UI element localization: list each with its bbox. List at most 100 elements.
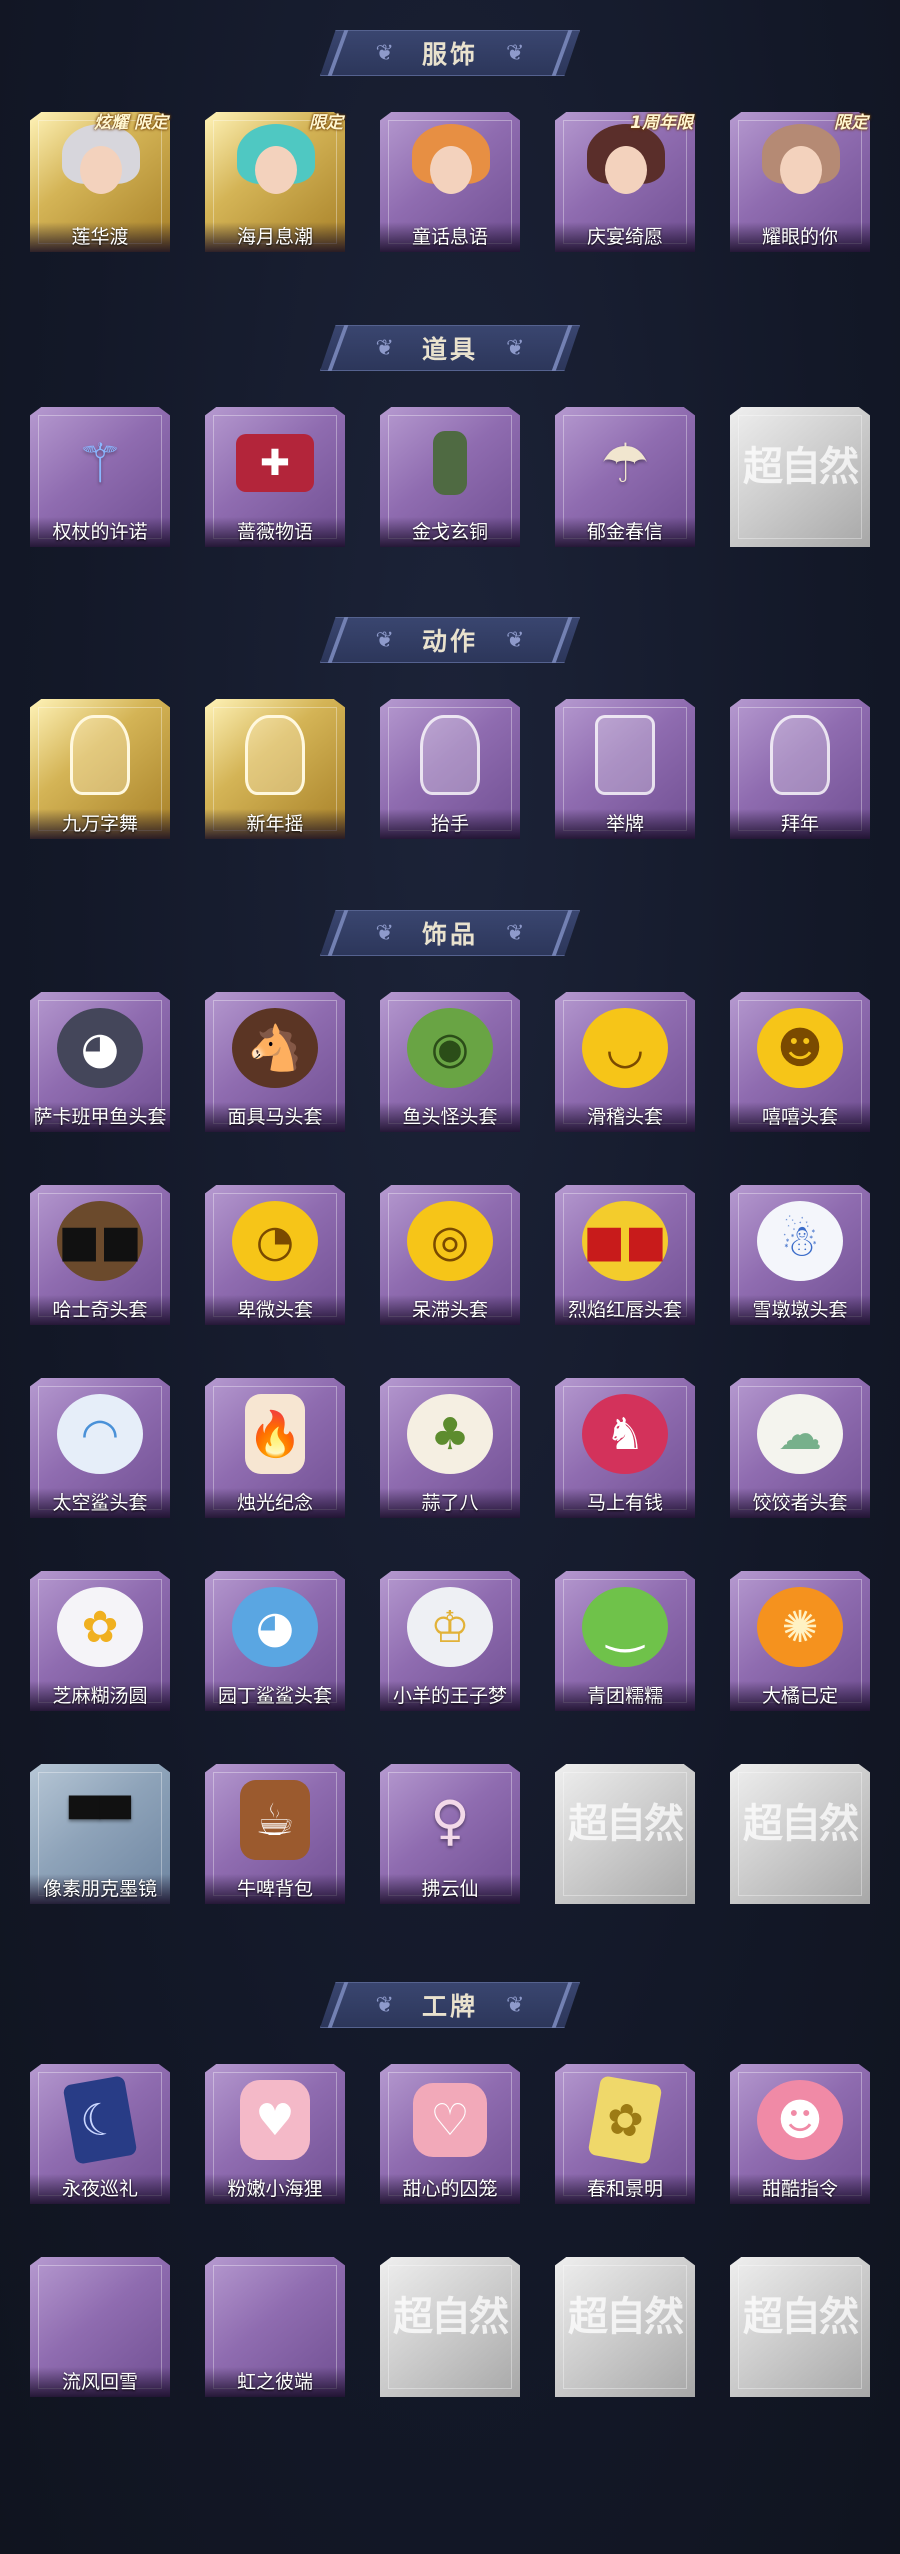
first-aid-kit-icon: ✚ xyxy=(236,434,314,492)
accessory-card[interactable]: ✺ 大橘已定 xyxy=(730,1571,870,1721)
accessory-label: 饺饺者头套 xyxy=(730,1488,870,1518)
supernatural-watermark: 超自然 xyxy=(743,1800,859,1847)
accessory-label: 蒜了八 xyxy=(380,1488,520,1518)
costume-card[interactable]: 1周年限 庆宴绮愿 xyxy=(555,112,695,262)
accessory-card[interactable]: 🐴 面具马头套 xyxy=(205,992,345,1142)
badge-label: 虹之彼端 xyxy=(205,2367,345,2397)
swirl-right-icon: ❦ xyxy=(506,1992,525,2018)
costume-card[interactable]: 限定 耀眼的你 xyxy=(730,112,870,262)
gardener-shark-mask-icon: ◕ xyxy=(232,1587,318,1667)
badges-row: ☾ 永夜巡礼 ♥ 粉嫩小海狸 ♡ 甜心的囚笼 ✿ 春和景明 ☻ 甜酷指令 xyxy=(30,2064,870,2214)
humble-face-mask-icon: ◔ xyxy=(232,1201,318,1281)
accessory-card[interactable]: ☃ 雪墩墩头套 xyxy=(730,1185,870,1335)
badge-label: 甜心的囚笼 xyxy=(380,2174,520,2204)
badge-card[interactable]: ♥ 粉嫩小海狸 xyxy=(205,2064,345,2214)
prop-label: 郁金春信 xyxy=(555,517,695,547)
accessory-card[interactable]: ◕ 园丁鲨鲨头套 xyxy=(205,1571,345,1721)
accessory-card[interactable]: ▀▀ 像素朋克墨镜 xyxy=(30,1764,170,1914)
accessory-card[interactable]: ◠ 太空鲨头套 xyxy=(30,1378,170,1528)
pink-beaver-badge-icon: ♥ xyxy=(240,2080,310,2160)
collection-page: ❦ 服饰 ❦ 炫耀 限定 莲华渡 限定 海月息潮 童话息语 1周年限 庆宴绮愿 … xyxy=(0,0,900,2554)
accessory-card[interactable]: ‿ 青团糯糯 xyxy=(555,1571,695,1721)
prop-card[interactable]: ☂ 郁金春信 xyxy=(555,407,695,557)
prop-label: 蔷薇物语 xyxy=(205,517,345,547)
swirl-right-icon: ❦ xyxy=(506,627,525,653)
badge-card-placeholder: 超自然 xyxy=(380,2257,520,2407)
accessory-card[interactable]: ✿ 芝麻糊汤圆 xyxy=(30,1571,170,1721)
horse-head-mask-icon: 🐴 xyxy=(232,1008,318,1088)
accessory-label: 芝麻糊汤圆 xyxy=(30,1681,170,1711)
costume-card[interactable]: 炫耀 限定 莲华渡 xyxy=(30,112,170,262)
badge-label: 春和景明 xyxy=(555,2174,695,2204)
costume-label: 耀眼的你 xyxy=(730,222,870,252)
accessory-label: 像素朋克墨镜 xyxy=(30,1874,170,1904)
badge-card[interactable]: ✿ 春和景明 xyxy=(555,2064,695,2214)
section-header-badges: ❦ 工牌 ❦ xyxy=(320,1982,580,2028)
umbrella-icon: ☂ xyxy=(600,431,650,495)
prop-card[interactable]: 金戈玄铜 xyxy=(380,407,520,557)
accessory-card[interactable]: ♀ 拂云仙 xyxy=(380,1764,520,1914)
action-label: 举牌 xyxy=(555,809,695,839)
fairytale-character-portrait-icon xyxy=(402,118,498,218)
cow-beer-backpack-icon: ☕ xyxy=(240,1780,310,1860)
badge-card[interactable]: ☻ 甜酷指令 xyxy=(730,2064,870,2214)
accessory-card[interactable]: ◔ 卑微头套 xyxy=(205,1185,345,1335)
accessory-card[interactable]: ■■ 哈士奇头套 xyxy=(30,1185,170,1335)
accessory-label: 青团糯糯 xyxy=(555,1681,695,1711)
accessory-card[interactable]: ☕ 牛啤背包 xyxy=(205,1764,345,1914)
costume-card[interactable]: 限定 海月息潮 xyxy=(205,112,345,262)
accessory-label: 拂云仙 xyxy=(380,1874,520,1904)
spring-badge-icon: ✿ xyxy=(587,2075,663,2165)
badge-card-placeholder: 超自然 xyxy=(730,2257,870,2407)
badges-row: 流风回雪 虹之彼端 超自然 超自然 超自然 xyxy=(30,2257,870,2407)
badge-label: 粉嫩小海狸 xyxy=(205,2174,345,2204)
section-header-actions: ❦ 动作 ❦ xyxy=(320,617,580,663)
action-card[interactable]: 新年摇 xyxy=(205,699,345,849)
accessory-card-placeholder: 超自然 xyxy=(555,1764,695,1914)
horse-money-icon: ♞ xyxy=(582,1394,668,1474)
section-header-props: ❦ 道具 ❦ xyxy=(320,325,580,371)
accessory-card[interactable]: ♞ 马上有钱 xyxy=(555,1378,695,1528)
accessory-card[interactable]: ◡ 滑稽头套 xyxy=(555,992,695,1142)
accessory-card[interactable]: ◎ 呆滞头套 xyxy=(380,1185,520,1335)
costume-row: 炫耀 限定 莲华渡 限定 海月息潮 童话息语 1周年限 庆宴绮愿 限定 耀眼的你 xyxy=(30,112,870,262)
action-card[interactable]: 九万字舞 xyxy=(30,699,170,849)
prop-card[interactable]: ✚ 蔷薇物语 xyxy=(205,407,345,557)
badge-card[interactable]: 流风回雪 xyxy=(30,2257,170,2407)
accessory-card[interactable]: ♣ 蒜了八 xyxy=(380,1378,520,1528)
accessory-label: 马上有钱 xyxy=(555,1488,695,1518)
accessory-card[interactable]: ♔ 小羊的王子梦 xyxy=(380,1571,520,1721)
prop-card-placeholder: 超自然 xyxy=(730,407,870,557)
prop-card[interactable]: ⚚ 权杖的许诺 xyxy=(30,407,170,557)
accessory-label: 烈焰红唇头套 xyxy=(555,1295,695,1325)
accessories-row: ✿ 芝麻糊汤圆 ◕ 园丁鲨鲨头套 ♔ 小羊的王子梦 ‿ 青团糯糯 ✺ 大橘已定 xyxy=(30,1571,870,1721)
section-header-costumes: ❦ 服饰 ❦ xyxy=(320,30,580,76)
action-card[interactable]: 拜年 xyxy=(730,699,870,849)
badge-label: 甜酷指令 xyxy=(730,2174,870,2204)
supernatural-watermark: 超自然 xyxy=(743,2293,859,2340)
badge-label: 流风回雪 xyxy=(30,2367,170,2397)
badge-card[interactable]: ♡ 甜心的囚笼 xyxy=(380,2064,520,2214)
green-rice-cake-icon: ‿ xyxy=(582,1587,668,1667)
accessory-card[interactable]: ■■ 烈焰红唇头套 xyxy=(555,1185,695,1335)
accessory-card[interactable]: ☻ 嘻嘻头套 xyxy=(730,992,870,1142)
accessory-card[interactable]: ◕ 萨卡班甲鱼头套 xyxy=(30,992,170,1142)
action-card[interactable]: 举牌 xyxy=(555,699,695,849)
accessory-label: 嘻嘻头套 xyxy=(730,1102,870,1132)
sweet-cage-badge-icon: ♡ xyxy=(413,2083,487,2157)
section-title: 工牌 xyxy=(421,1992,478,2021)
badge-card[interactable]: 虹之彼端 xyxy=(205,2257,345,2407)
action-card[interactable]: 抬手 xyxy=(380,699,520,849)
costume-badge: 限定 xyxy=(309,113,343,133)
garlic-icon: ♣ xyxy=(407,1394,493,1474)
badge-label: 永夜巡礼 xyxy=(30,2174,170,2204)
red-lips-mask-icon: ■■ xyxy=(582,1201,668,1281)
accessory-card[interactable]: 🔥 烛光纪念 xyxy=(205,1378,345,1528)
accessory-card[interactable]: ◉ 鱼头怪头套 xyxy=(380,992,520,1142)
costume-label: 庆宴绮愿 xyxy=(555,222,695,252)
costume-card[interactable]: 童话息语 xyxy=(380,112,520,262)
sweet-cool-badge-icon: ☻ xyxy=(757,2080,843,2160)
accessory-card[interactable]: ☁ 饺饺者头套 xyxy=(730,1378,870,1528)
badge-card[interactable]: ☾ 永夜巡礼 xyxy=(30,2064,170,2214)
costume-badge: 炫耀 限定 xyxy=(94,113,168,133)
